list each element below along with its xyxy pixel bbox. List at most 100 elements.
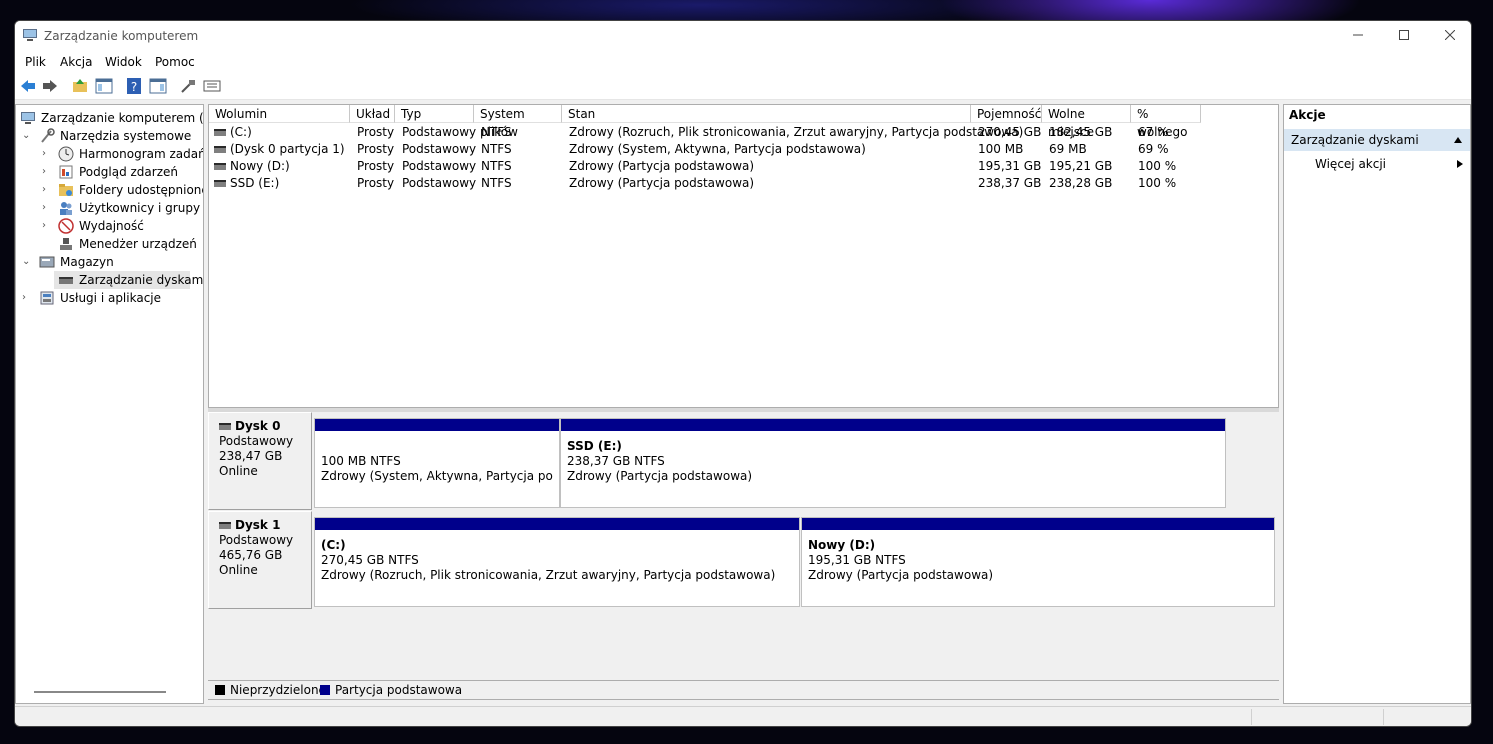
collapse-arrow-icon[interactable]: [1454, 137, 1462, 143]
maximize-icon: [1399, 30, 1409, 40]
properties-icon[interactable]: [179, 77, 197, 95]
percent-free-cell: 100 %: [1138, 176, 1177, 190]
partition-title: (C:): [321, 538, 346, 552]
tree-item-system-tools[interactable]: ⌄ Narzędzia systemowe: [20, 127, 203, 145]
status-cell: Zdrowy (System, Aktywna, Partycja podsta…: [569, 142, 866, 156]
disk-type: Podstawowy: [219, 434, 294, 448]
tree-item-performance[interactable]: › Wydajność: [20, 217, 203, 235]
tree-item-services-apps[interactable]: › Usługi i aplikacje: [20, 289, 203, 307]
partition-bar: [315, 419, 559, 431]
maximize-button[interactable]: [1381, 21, 1427, 51]
expand-icon[interactable]: ›: [42, 163, 52, 181]
menu-help[interactable]: Pomoc: [155, 55, 195, 69]
partition-c[interactable]: (C:) 270,45 GB NTFS Zdrowy (Rozruch, Pli…: [314, 517, 800, 607]
expand-icon[interactable]: ›: [22, 289, 32, 307]
actions-section-disk-management[interactable]: Zarządzanie dyskami: [1284, 129, 1470, 151]
disk-management-pane: Wolumin Układ Typ System plików Stan Poj…: [208, 104, 1279, 704]
volume-cell: Nowy (D:): [214, 158, 290, 175]
volume-list: Wolumin Układ Typ System plików Stan Poj…: [208, 104, 1279, 408]
tree-item-label: Menedżer urządzeń: [79, 237, 197, 251]
expand-icon[interactable]: ›: [42, 145, 52, 163]
show-action-pane-icon[interactable]: [149, 77, 167, 95]
expand-icon[interactable]: ›: [42, 217, 52, 235]
partition-bar: [315, 518, 799, 530]
legend: Nieprzydzielone Partycja podstawowa: [208, 680, 1279, 700]
forward-icon[interactable]: [41, 77, 59, 95]
tree-item-disk-management[interactable]: Zarządzanie dyskami: [54, 271, 203, 289]
status-cell: Zdrowy (Partycja podstawowa): [569, 176, 755, 190]
partition-ssd-e[interactable]: SSD (E:) 238,37 GB NTFS Zdrowy (Partycja…: [560, 418, 1226, 508]
minimize-button[interactable]: [1335, 21, 1381, 51]
column-header-capacity[interactable]: Pojemność: [971, 105, 1042, 123]
disk-1-label[interactable]: Dysk 1 Podstawowy 465,76 GB Online: [208, 511, 312, 609]
status-separator: [1383, 709, 1384, 725]
tree-item-label: Harmonogram zadań: [79, 147, 204, 161]
partition-system-reserved[interactable]: 100 MB NTFS Zdrowy (System, Aktywna, Par…: [314, 418, 560, 508]
tree-item-root[interactable]: Zarządzanie komputerem (loka: [20, 109, 204, 127]
disk-list-icon[interactable]: [203, 77, 221, 95]
disk-graphical-view: Dysk 0 Podstawowy 238,47 GB Online 100 M…: [208, 412, 1279, 680]
filesystem-cell: NTFS: [481, 125, 512, 139]
partition-title: Nowy (D:): [808, 538, 876, 552]
expand-icon[interactable]: ›: [42, 181, 52, 199]
free-space-cell: 69 MB: [1049, 142, 1087, 156]
tree-item-label: Zarządzanie dyskami: [79, 273, 204, 287]
partition-size: 195,31 GB NTFS: [808, 553, 906, 567]
menu-action[interactable]: Akcja: [60, 55, 92, 69]
status-cell: Zdrowy (Rozruch, Plik stronicowania, Zrz…: [569, 125, 1024, 139]
column-header-layout[interactable]: Układ: [350, 105, 395, 123]
column-header-volume[interactable]: Wolumin: [209, 105, 350, 123]
column-header-free-space[interactable]: Wolne miejsce: [1042, 105, 1131, 139]
column-header-type[interactable]: Typ: [395, 105, 474, 123]
tree-item-shared-folders[interactable]: › Foldery udostępnione: [20, 181, 203, 199]
disk-management-icon: [59, 277, 73, 284]
column-header-percent-free[interactable]: % wolnego: [1131, 105, 1201, 139]
layout-cell: Prosty: [357, 159, 395, 173]
disk-0-label[interactable]: Dysk 0 Podstawowy 238,47 GB Online: [208, 412, 312, 510]
tree-item-storage[interactable]: ⌄ Magazyn: [20, 253, 203, 271]
partition-status: Zdrowy (Rozruch, Plik stronicowania, Zrz…: [321, 568, 776, 582]
tree-item-event-viewer[interactable]: › Podgląd zdarzeń: [20, 163, 203, 181]
layout-cell: Prosty: [357, 125, 395, 139]
tools-icon: [41, 128, 55, 143]
partition-size: 270,45 GB NTFS: [321, 553, 419, 567]
back-icon[interactable]: [19, 77, 37, 95]
disk-size: 238,47 GB: [219, 449, 283, 463]
computer-management-icon: [23, 29, 37, 41]
more-actions-link[interactable]: Więcej akcji: [1315, 157, 1386, 171]
partition-bar: [561, 419, 1225, 431]
more-actions-label: Więcej akcji: [1315, 157, 1387, 171]
tree-item-task-scheduler[interactable]: › Harmonogram zadań: [20, 145, 204, 163]
disk-icon: [219, 522, 231, 529]
volume-cell: (Dysk 0 partycja 1): [214, 141, 345, 158]
menu-view[interactable]: Widok: [105, 55, 142, 69]
legend-primary-label: Partycja podstawowa: [335, 683, 463, 697]
filesystem-cell: NTFS: [481, 142, 512, 156]
show-hide-tree-icon[interactable]: [95, 77, 113, 95]
tree-item-label: Zarządzanie komputerem (loka: [41, 111, 204, 125]
volume-icon: [214, 163, 226, 170]
expand-icon[interactable]: ›: [42, 199, 52, 217]
help-icon[interactable]: ?: [125, 77, 143, 95]
close-button[interactable]: [1427, 21, 1471, 51]
tree-item-label: Narzędzia systemowe: [60, 129, 192, 143]
tree-item-users-groups[interactable]: › Użytkownicy i grupy lok: [20, 199, 203, 217]
column-header-status[interactable]: Stan: [562, 105, 971, 123]
device-manager-icon: [60, 238, 72, 250]
title-bar: Zarządzanie komputerem: [15, 21, 1471, 51]
collapse-icon[interactable]: ⌄: [22, 253, 32, 271]
tree-item-device-manager[interactable]: Menedżer urządzeń: [20, 235, 203, 253]
column-header-filesystem[interactable]: System plików: [474, 105, 562, 139]
partition-title: SSD (E:): [567, 439, 622, 453]
content-area: Zarządzanie komputerem (loka ⌄ Narzędzia…: [15, 100, 1471, 706]
status-separator: [1251, 709, 1252, 725]
storage-icon: [39, 256, 55, 268]
capacity-cell: 100 MB: [978, 142, 1024, 156]
tree-horizontal-scrollbar[interactable]: [34, 691, 166, 693]
volume-cell: SSD (E:): [214, 175, 279, 192]
up-folder-icon[interactable]: [71, 77, 89, 95]
menu-file[interactable]: Plik: [25, 55, 46, 69]
free-space-cell: 238,28 GB: [1049, 176, 1113, 190]
partition-nowy-d[interactable]: Nowy (D:) 195,31 GB NTFS Zdrowy (Partycj…: [801, 517, 1275, 607]
collapse-icon[interactable]: ⌄: [22, 127, 32, 145]
